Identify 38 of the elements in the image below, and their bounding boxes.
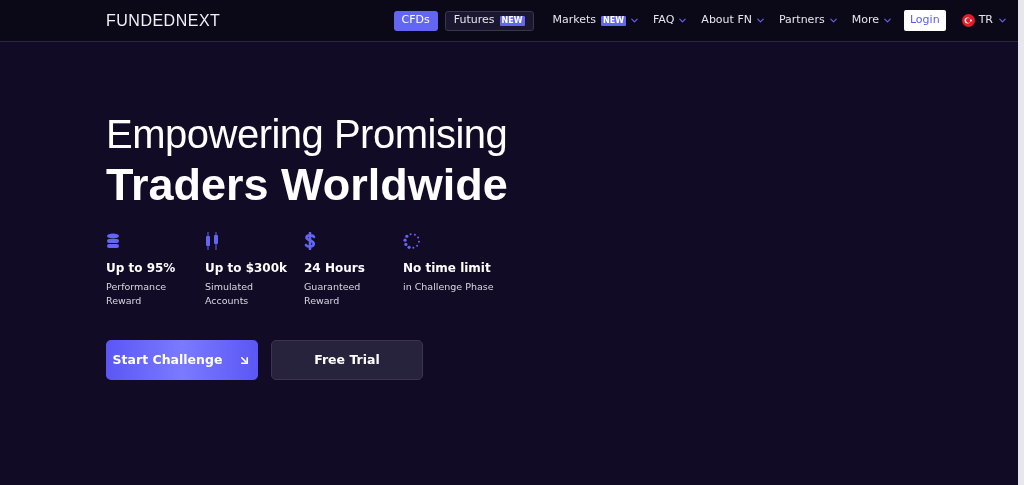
- nav-menu[interactable]: About FN: [701, 12, 766, 29]
- chevron-down-icon: [754, 15, 766, 26]
- login-button[interactable]: Login: [903, 10, 946, 31]
- nav-menu[interactable]: Partners: [778, 12, 839, 29]
- language-selector[interactable]: TR: [961, 12, 1008, 29]
- feature-caption: Simulated: [205, 280, 254, 294]
- spinner-icon: [403, 232, 421, 250]
- free-trial-button[interactable]: Free Trial: [271, 340, 423, 380]
- hero-title: Empowering Promising: [106, 112, 509, 156]
- candlestick-icon: [205, 232, 219, 250]
- chevron-down-icon: [677, 15, 689, 26]
- flag-icon: [961, 14, 975, 27]
- new-badge: NEW: [601, 15, 627, 26]
- new-badge: NEW: [499, 15, 525, 26]
- feature-value: No time limit: [403, 260, 492, 277]
- feature-value: Up to $300k: [205, 260, 289, 277]
- feature-caption: Guaranteed: [304, 280, 362, 294]
- chevron-down-icon: [881, 15, 893, 26]
- nav-menu[interactable]: More: [851, 12, 893, 29]
- hero-title: Traders Worldwide: [106, 158, 509, 212]
- feature-caption: Accounts: [205, 294, 250, 308]
- feature-caption: Reward: [304, 294, 341, 308]
- feature-caption: Performance: [106, 280, 168, 294]
- product-tab[interactable]: Futures NEW: [444, 10, 534, 31]
- coins-icon: [106, 233, 120, 249]
- chevron-down-icon: [629, 15, 641, 26]
- feature-caption: in Challenge Phase: [403, 280, 495, 294]
- feature-caption: Reward: [106, 294, 143, 308]
- chevron-down-icon: [997, 15, 1008, 26]
- nav-menu[interactable]: FAQ: [653, 12, 689, 29]
- dollar-icon: [304, 232, 316, 250]
- product-tab[interactable]: CFDs: [393, 10, 438, 31]
- feature-value: Up to 95%: [106, 260, 177, 277]
- logo[interactable]: FUNDEDNEXT: [106, 8, 221, 33]
- feature-value: 24 Hours: [304, 260, 366, 277]
- start-challenge-button[interactable]: Start Challenge: [106, 340, 258, 380]
- chevron-down-icon: [827, 15, 839, 26]
- nav-menu[interactable]: Markets NEW: [552, 12, 641, 29]
